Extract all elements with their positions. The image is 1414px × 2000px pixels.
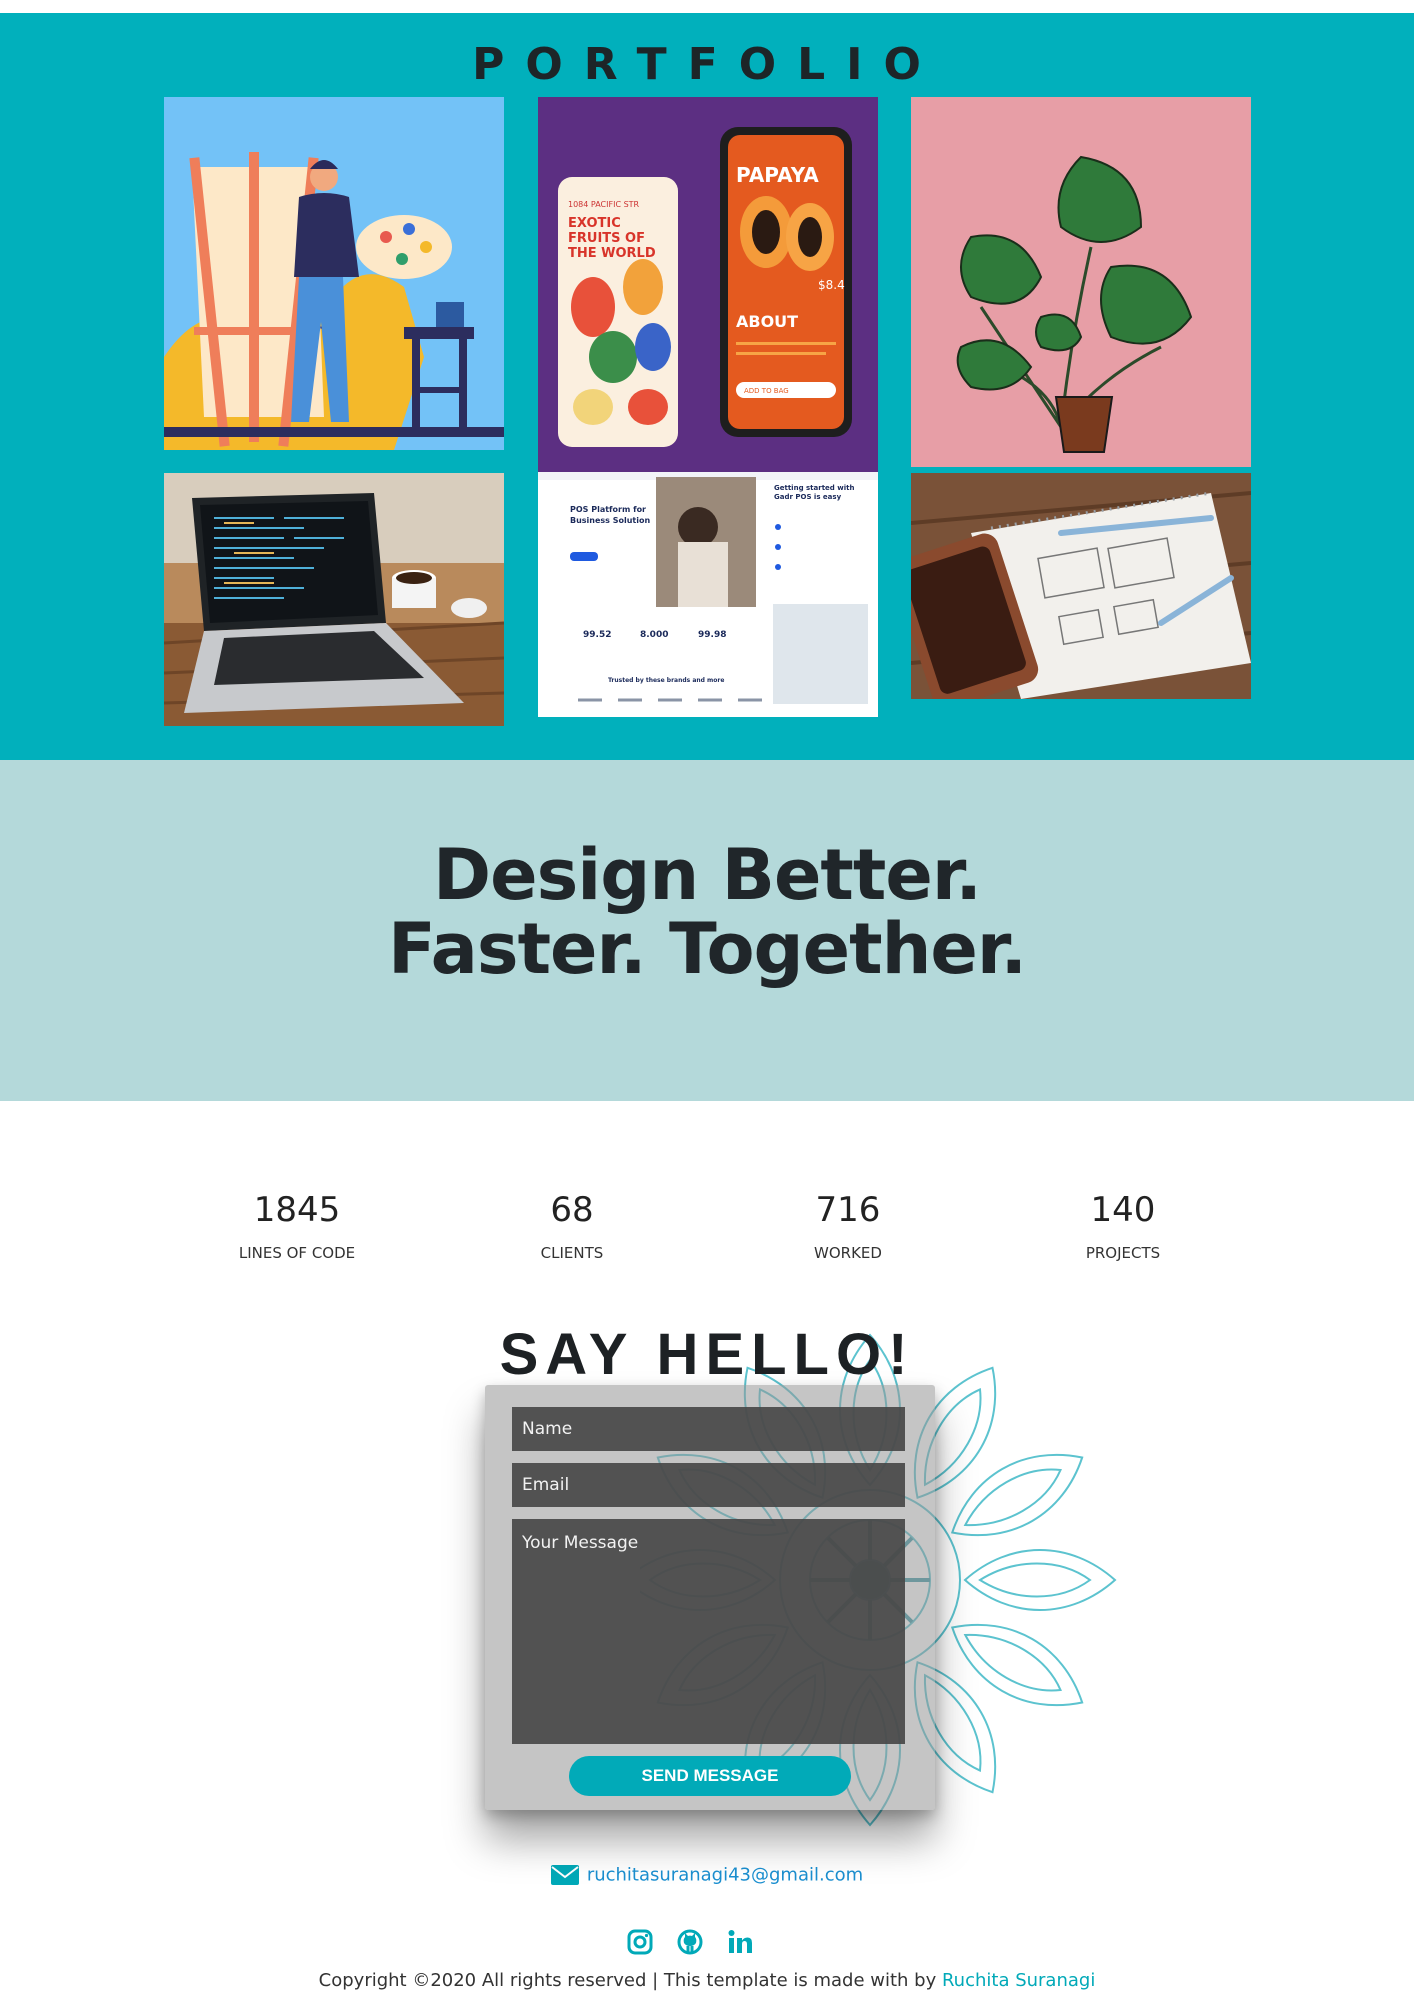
portfolio-item-fruit-app[interactable]: 1084 PACIFIC STR EXOTIC FRUITS OF THE WO… bbox=[538, 97, 878, 472]
tagline-section: Design Better. Faster. Together. bbox=[0, 760, 1414, 1101]
portfolio-item-wireframe-sketch[interactable] bbox=[911, 473, 1251, 699]
svg-text:Getting started with: Getting started with bbox=[774, 484, 854, 492]
fruit-app-address: 1084 PACIFIC STR bbox=[568, 200, 640, 209]
stat-lines-of-code: 1845 LINES OF CODE bbox=[177, 1190, 417, 1262]
stat-label: CLIENTS bbox=[540, 1244, 604, 1262]
portfolio-section: PORTFOLIO 1084 PACIFIC STR EXOTIC FRUITS… bbox=[0, 13, 1414, 760]
tagline-heading: Design Better. Faster. Together. bbox=[0, 838, 1414, 986]
svg-text:POS Platform for: POS Platform for bbox=[570, 505, 646, 514]
stat-worked: 716 WORKED bbox=[728, 1190, 968, 1262]
email-link[interactable]: ruchitasuranagi43@gmail.com bbox=[587, 1865, 863, 1886]
stat-value: 1845 bbox=[253, 1190, 341, 1230]
svg-text:Business Solution: Business Solution bbox=[570, 516, 650, 525]
tagline-line-2: Faster. Together. bbox=[387, 908, 1027, 990]
fruit-app-mockup-image: 1084 PACIFIC STR EXOTIC FRUITS OF THE WO… bbox=[538, 97, 878, 472]
say-hello-heading: SAY HELLO! bbox=[499, 1322, 915, 1387]
monstera-plant-image bbox=[911, 97, 1251, 467]
social-links bbox=[626, 1928, 786, 1958]
artist-illustration-image bbox=[164, 97, 504, 450]
pos-trusted-text: Trusted by these brands and more bbox=[608, 677, 724, 684]
envelope-icon bbox=[550, 1865, 579, 1885]
stat-label: WORKED bbox=[814, 1244, 882, 1262]
pos-landing-page-image: POS Platform for Business Solution Getti… bbox=[538, 472, 878, 717]
portfolio-item-monstera[interactable] bbox=[911, 97, 1251, 467]
portfolio-item-pos-landing[interactable]: POS Platform for Business Solution Getti… bbox=[538, 472, 878, 717]
svg-text:Gadr POS is easy: Gadr POS is easy bbox=[774, 493, 842, 501]
email-input[interactable] bbox=[512, 1463, 905, 1507]
stat-label: PROJECTS bbox=[1085, 1244, 1161, 1262]
tagline-line-1: Design Better. bbox=[433, 834, 982, 916]
portfolio-item-artist-illustration[interactable] bbox=[164, 97, 504, 450]
stat-value: 68 bbox=[550, 1190, 594, 1230]
pos-stat-1: 99.52 bbox=[583, 630, 611, 640]
stat-value: 140 bbox=[1090, 1190, 1156, 1230]
contact-email-row: ruchitasuranagi43@gmail.com bbox=[0, 1864, 1414, 1886]
instagram-icon[interactable] bbox=[626, 1928, 654, 1956]
stat-label: LINES OF CODE bbox=[238, 1244, 356, 1262]
fruit-app-button: ADD TO BAG bbox=[744, 387, 789, 395]
svg-text:EXOTIC: EXOTIC bbox=[568, 216, 621, 231]
author-link[interactable]: Ruchita Suranagi bbox=[942, 1970, 1095, 1991]
linkedin-icon[interactable] bbox=[726, 1928, 754, 1956]
stat-projects: 140 PROJECTS bbox=[1003, 1190, 1243, 1262]
stat-clients: 68 CLIENTS bbox=[452, 1190, 692, 1262]
laptop-code-photo-image bbox=[164, 473, 504, 726]
svg-text:FRUITS OF: FRUITS OF bbox=[568, 231, 645, 246]
fruit-app-section: ABOUT bbox=[736, 312, 798, 331]
name-input[interactable] bbox=[512, 1407, 905, 1451]
portfolio-item-laptop-code[interactable] bbox=[164, 473, 504, 726]
fruit-app-price: $8.4 bbox=[818, 278, 845, 292]
portfolio-title: PORTFOLIO bbox=[472, 39, 942, 90]
copyright-text: Copyright ©2020 All rights reserved | Th… bbox=[0, 1970, 1414, 1991]
contact-form: SEND MESSAGE bbox=[485, 1385, 935, 1810]
copyright-label: Copyright ©2020 All rights reserved | Th… bbox=[318, 1970, 942, 1991]
stat-value: 716 bbox=[815, 1190, 881, 1230]
send-message-button[interactable]: SEND MESSAGE bbox=[569, 1756, 851, 1796]
github-icon[interactable] bbox=[676, 1928, 704, 1956]
pos-stat-2: 8.000 bbox=[640, 630, 668, 640]
svg-text:THE WORLD: THE WORLD bbox=[568, 246, 656, 261]
wireframe-sketch-photo-image bbox=[911, 473, 1251, 699]
fruit-app-title: PAPAYA bbox=[736, 163, 819, 187]
pos-stat-3: 99.98 bbox=[698, 630, 726, 640]
message-textarea[interactable] bbox=[512, 1519, 905, 1744]
